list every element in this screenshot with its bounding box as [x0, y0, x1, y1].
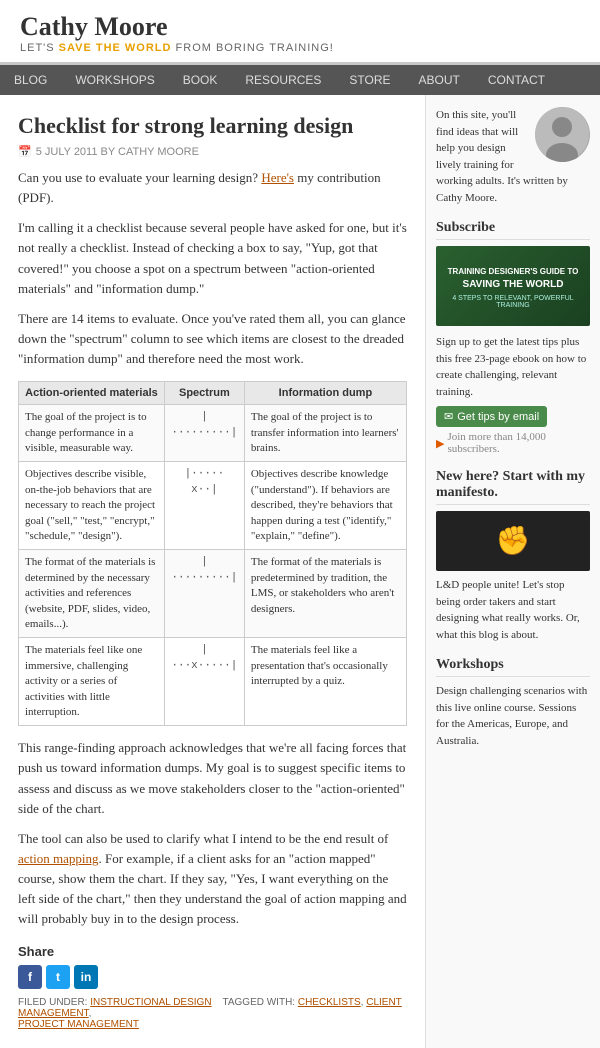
table-cell-info: The goal of the project is to transfer i…	[244, 405, 406, 462]
facebook-share-button[interactable]: f	[18, 965, 42, 989]
manifesto-box: ✊	[436, 511, 590, 571]
article-para-5: The tool can also be used to clarify wha…	[18, 829, 407, 930]
article-para-4: This range-finding approach acknowledges…	[18, 738, 407, 819]
new-here-text: L&D people unite! Let's stop being order…	[436, 577, 590, 643]
tagline-after: FROM BORING TRAINING!	[171, 42, 333, 54]
article-title: Checklist for strong learning design	[18, 113, 407, 139]
table-cell-action: The goal of the project is to change per…	[19, 405, 165, 462]
article-meta: 📅 5 JULY 2011 BY CATHY MOORE	[18, 145, 407, 158]
email-icon: ✉	[444, 410, 453, 423]
subscribers-count: ▶ Join more than 14,000 subscribers.	[436, 431, 590, 455]
main-nav: BLOG WORKSHOPS BOOK RESOURCES STORE ABOU…	[0, 65, 600, 95]
nav-workshops[interactable]: WORKSHOPS	[61, 65, 168, 95]
linkedin-share-button[interactable]: in	[74, 965, 98, 989]
content-wrap: Checklist for strong learning design 📅 5…	[0, 95, 600, 1048]
table-cell-info: The format of the materials is predeterm…	[244, 550, 406, 638]
sidebar: On this site, you'll find ideas that wil…	[425, 95, 600, 1048]
rss-icon: ▶	[436, 437, 444, 450]
share-title: Share	[18, 944, 407, 959]
new-here-title: New here? Start with my manifesto.	[436, 469, 590, 505]
subscribe-title: Subscribe	[436, 220, 590, 240]
nav-contact[interactable]: CONTACT	[474, 65, 559, 95]
main-content: Checklist for strong learning design 📅 5…	[0, 95, 425, 1048]
email-tips-button[interactable]: ✉ Get tips by email	[436, 406, 547, 427]
workshops-title: Workshops	[436, 657, 590, 677]
subscribers-text: Join more than 14,000 subscribers.	[447, 431, 590, 455]
tagged-label: TAGGED WITH:	[222, 997, 297, 1008]
article-para-2: I'm calling it a checklist because sever…	[18, 218, 407, 299]
checklist-table: Action-oriented materials Spectrum Infor…	[18, 381, 407, 726]
tagline: LET'S SAVE THE WORLD FROM BORING TRAININ…	[20, 42, 580, 54]
article-date-author: 5 JULY 2011 BY CATHY MOORE	[36, 146, 199, 158]
article-para-3: There are 14 items to evaluate. Once you…	[18, 309, 407, 369]
table-header-info: Information dump	[244, 382, 406, 405]
table-cell-spectrum: |····· x··|	[164, 462, 244, 550]
table-cell-action: The format of the materials is determine…	[19, 550, 165, 638]
sidebar-new-here: New here? Start with my manifesto. ✊ L&D…	[436, 469, 590, 643]
action-mapping-link[interactable]: action mapping	[18, 851, 99, 866]
table-cell-spectrum: |·········|	[164, 405, 244, 462]
twitter-share-button[interactable]: t	[46, 965, 70, 989]
book-subtitle: 4 STEPS TO RELEVANT, POWERFUL TRAINING	[436, 295, 590, 309]
workshops-text: Design challenging scenarios with this l…	[436, 683, 590, 749]
article-para-1: Can you use to evaluate your learning de…	[18, 168, 407, 208]
filed-tag-instructional[interactable]: INSTRUCTIONAL DESIGN	[90, 997, 211, 1008]
sidebar-workshops: Workshops Design challenging scenarios w…	[436, 657, 590, 749]
table-row: The format of the materials is determine…	[19, 550, 407, 638]
tagged-project[interactable]: PROJECT MANAGEMENT	[18, 1019, 139, 1030]
book-cover: TRAINING DESIGNER'S GUIDE TO SAVING THE …	[436, 246, 590, 326]
nav-resources[interactable]: RESOURCES	[231, 65, 335, 95]
share-buttons: f t in	[18, 965, 407, 989]
table-row: Objectives describe visible, on-the-job …	[19, 462, 407, 550]
nav-about[interactable]: ABOUT	[405, 65, 474, 95]
tagline-before: LET'S	[20, 42, 59, 54]
fist-icon: ✊	[496, 524, 531, 558]
table-cell-action: The materials feel like one immersive, c…	[19, 638, 165, 726]
table-cell-spectrum: |·········|	[164, 550, 244, 638]
table-cell-spectrum: |···x·····|	[164, 638, 244, 726]
table-cell-info: The materials feel like a presentation t…	[244, 638, 406, 726]
table-cell-info: Objectives describe knowledge ("understa…	[244, 462, 406, 550]
filed-label: FILED UNDER:	[18, 997, 90, 1008]
nav-store[interactable]: STORE	[335, 65, 404, 95]
table-header-spectrum: Spectrum	[164, 382, 244, 405]
book-title: TRAINING DESIGNER'S GUIDE TO SAVING THE …	[444, 263, 583, 294]
email-tips-label: Get tips by email	[457, 411, 539, 423]
calendar-icon: 📅	[18, 145, 32, 158]
table-row: The materials feel like one immersive, c…	[19, 638, 407, 726]
subscribe-text: Sign up to get the latest tips plus this…	[436, 334, 590, 400]
tagged-checklists[interactable]: CHECKLISTS	[298, 997, 361, 1008]
share-section: Share f t in FILED UNDER: INSTRUCTIONAL …	[18, 944, 407, 1030]
author-avatar	[535, 107, 590, 162]
table-header-action: Action-oriented materials	[19, 382, 165, 405]
here-link[interactable]: Here's	[261, 170, 294, 185]
site-name: Cathy Moore	[20, 12, 580, 42]
article-body: Can you use to evaluate your learning de…	[18, 168, 407, 930]
nav-blog[interactable]: BLOG	[0, 65, 61, 95]
tagline-highlight: SAVE THE WORLD	[59, 42, 172, 54]
nav-book[interactable]: BOOK	[169, 65, 232, 95]
site-header: Cathy Moore LET'S SAVE THE WORLD FROM BO…	[0, 0, 600, 65]
sidebar-subscribe: Subscribe TRAINING DESIGNER'S GUIDE TO S…	[436, 220, 590, 455]
filed-under: FILED UNDER: INSTRUCTIONAL DESIGN TAGGED…	[18, 997, 407, 1030]
table-row: The goal of the project is to change per…	[19, 405, 407, 462]
sidebar-intro: On this site, you'll find ideas that wil…	[436, 107, 590, 206]
table-cell-action: Objectives describe visible, on-the-job …	[19, 462, 165, 550]
